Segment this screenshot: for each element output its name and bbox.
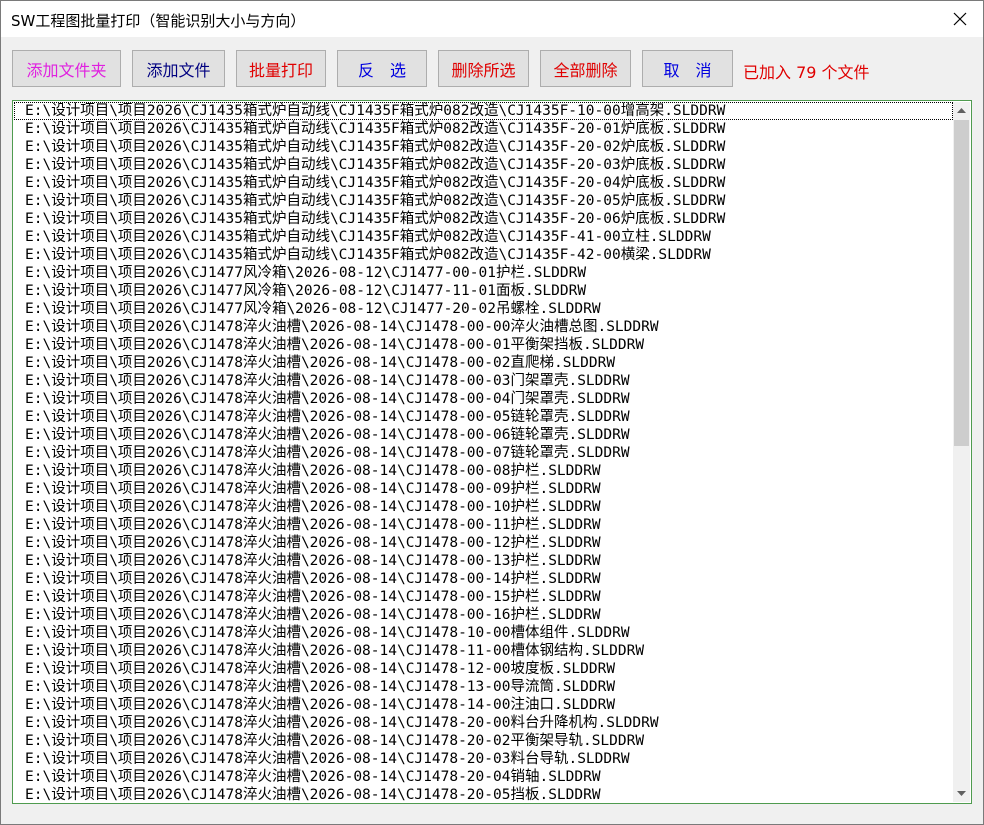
title-bar: SW工程图批量打印（智能识别大小与方向） [1,1,983,37]
list-item[interactable]: E:\设计项目\项目2026\CJ1478淬火油槽\2026-08-14\CJ1… [14,570,953,588]
scroll-thumb[interactable] [954,120,969,446]
batch-print-button[interactable]: 批量打印 [236,50,326,87]
list-item[interactable]: E:\设计项目\项目2026\CJ1478淬火油槽\2026-08-14\CJ1… [14,444,953,462]
window-title: SW工程图批量打印（智能识别大小与方向） [11,12,306,30]
list-item[interactable]: E:\设计项目\项目2026\CJ1478淬火油槽\2026-08-14\CJ1… [14,678,953,696]
cancel-button[interactable]: 取 消 [642,50,733,87]
list-item[interactable]: E:\设计项目\项目2026\CJ1478淬火油槽\2026-08-14\CJ1… [14,318,953,336]
list-item[interactable]: E:\设计项目\项目2026\CJ1478淬火油槽\2026-08-14\CJ1… [14,768,953,786]
close-icon [953,12,967,26]
delete-selected-button[interactable]: 删除所选 [438,50,529,87]
list-item[interactable]: E:\设计项目\项目2026\CJ1478淬火油槽\2026-08-14\CJ1… [14,696,953,714]
close-button[interactable] [937,1,983,37]
list-item[interactable]: E:\设计项目\项目2026\CJ1477风冷箱\2026-08-12\CJ14… [14,264,953,282]
file-count-label: 已加入 79 个文件 [743,63,870,82]
list-item[interactable]: E:\设计项目\项目2026\CJ1435箱式炉自动线\CJ1435F箱式炉08… [14,120,953,138]
list-item[interactable]: E:\设计项目\项目2026\CJ1435箱式炉自动线\CJ1435F箱式炉08… [14,246,953,264]
list-item[interactable]: E:\设计项目\项目2026\CJ1478淬火油槽\2026-08-14\CJ1… [14,354,953,372]
list-item[interactable]: E:\设计项目\项目2026\CJ1478淬火油槽\2026-08-14\CJ1… [14,462,953,480]
list-item[interactable]: E:\设计项目\项目2026\CJ1478淬火油槽\2026-08-14\CJ1… [14,642,953,660]
list-item[interactable]: E:\设计项目\项目2026\CJ1478淬火油槽\2026-08-14\CJ1… [14,750,953,768]
scroll-down-button[interactable] [953,785,970,802]
add-folder-button[interactable]: 添加文件夹 [12,50,121,87]
main-window: SW工程图批量打印（智能识别大小与方向） 添加文件夹 添加文件 批量打印 反 选… [0,0,984,825]
toolbar: 添加文件夹 添加文件 批量打印 反 选 删除所选 全部删除 取 消 已加入 79… [1,37,983,99]
list-item[interactable]: E:\设计项目\项目2026\CJ1435箱式炉自动线\CJ1435F箱式炉08… [14,174,953,192]
list-item[interactable]: E:\设计项目\项目2026\CJ1435箱式炉自动线\CJ1435F箱式炉08… [14,210,953,228]
list-item[interactable]: E:\设计项目\项目2026\CJ1478淬火油槽\2026-08-14\CJ1… [14,498,953,516]
chevron-up-icon [957,107,966,113]
list-item[interactable]: E:\设计项目\项目2026\CJ1478淬火油槽\2026-08-14\CJ1… [14,372,953,390]
list-item[interactable]: E:\设计项目\项目2026\CJ1435箱式炉自动线\CJ1435F箱式炉08… [14,102,953,120]
list-item[interactable]: E:\设计项目\项目2026\CJ1478淬火油槽\2026-08-14\CJ1… [14,480,953,498]
delete-all-button[interactable]: 全部删除 [540,50,631,87]
list-item[interactable]: E:\设计项目\项目2026\CJ1478淬火油槽\2026-08-14\CJ1… [14,588,953,606]
list-item[interactable]: E:\设计项目\项目2026\CJ1478淬火油槽\2026-08-14\CJ1… [14,786,953,802]
list-item[interactable]: E:\设计项目\项目2026\CJ1435箱式炉自动线\CJ1435F箱式炉08… [14,138,953,156]
list-item[interactable]: E:\设计项目\项目2026\CJ1435箱式炉自动线\CJ1435F箱式炉08… [14,228,953,246]
list-item[interactable]: E:\设计项目\项目2026\CJ1478淬火油槽\2026-08-14\CJ1… [14,534,953,552]
invert-select-button[interactable]: 反 选 [337,50,427,87]
add-file-button[interactable]: 添加文件 [132,50,225,87]
list-item[interactable]: E:\设计项目\项目2026\CJ1435箱式炉自动线\CJ1435F箱式炉08… [14,192,953,210]
list-item[interactable]: E:\设计项目\项目2026\CJ1478淬火油槽\2026-08-14\CJ1… [14,390,953,408]
list-item[interactable]: E:\设计项目\项目2026\CJ1478淬火油槽\2026-08-14\CJ1… [14,552,953,570]
vertical-scrollbar[interactable] [953,102,970,802]
list-item[interactable]: E:\设计项目\项目2026\CJ1478淬火油槽\2026-08-14\CJ1… [14,606,953,624]
list-item[interactable]: E:\设计项目\项目2026\CJ1478淬火油槽\2026-08-14\CJ1… [14,714,953,732]
scroll-up-button[interactable] [953,102,970,119]
list-item[interactable]: E:\设计项目\项目2026\CJ1478淬火油槽\2026-08-14\CJ1… [14,408,953,426]
list-item[interactable]: E:\设计项目\项目2026\CJ1478淬火油槽\2026-08-14\CJ1… [14,624,953,642]
list-item[interactable]: E:\设计项目\项目2026\CJ1435箱式炉自动线\CJ1435F箱式炉08… [14,156,953,174]
list-item[interactable]: E:\设计项目\项目2026\CJ1477风冷箱\2026-08-12\CJ14… [14,282,953,300]
chevron-down-icon [957,790,966,796]
list-item[interactable]: E:\设计项目\项目2026\CJ1478淬火油槽\2026-08-14\CJ1… [14,426,953,444]
list-item[interactable]: E:\设计项目\项目2026\CJ1478淬火油槽\2026-08-14\CJ1… [14,732,953,750]
file-listbox[interactable]: E:\设计项目\项目2026\CJ1435箱式炉自动线\CJ1435F箱式炉08… [12,100,972,804]
file-list: E:\设计项目\项目2026\CJ1435箱式炉自动线\CJ1435F箱式炉08… [14,102,953,802]
list-item[interactable]: E:\设计项目\项目2026\CJ1477风冷箱\2026-08-12\CJ14… [14,300,953,318]
list-item[interactable]: E:\设计项目\项目2026\CJ1478淬火油槽\2026-08-14\CJ1… [14,660,953,678]
list-item[interactable]: E:\设计项目\项目2026\CJ1478淬火油槽\2026-08-14\CJ1… [14,516,953,534]
list-item[interactable]: E:\设计项目\项目2026\CJ1478淬火油槽\2026-08-14\CJ1… [14,336,953,354]
